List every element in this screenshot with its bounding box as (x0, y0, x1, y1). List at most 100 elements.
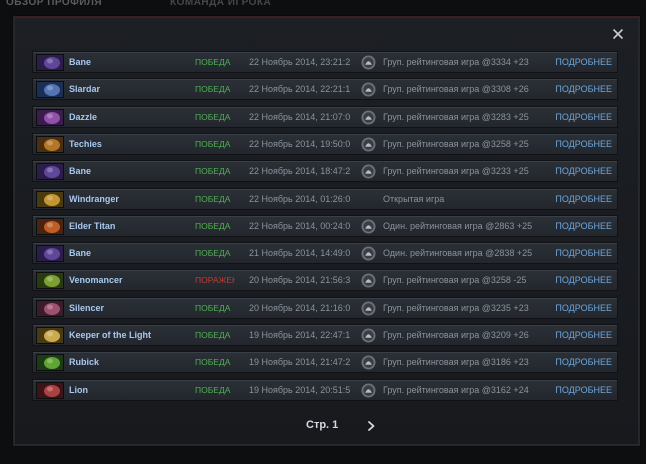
match-result: ПОБЕДА (195, 193, 231, 204)
hero-name[interactable]: Rubick (69, 357, 99, 367)
match-date: 22 Ноябрь 2014, 01:26:0 (249, 193, 351, 204)
match-row[interactable]: Techies ПОБЕДА 22 Ноябрь 2014, 19:50:0 Груп… (32, 132, 618, 155)
match-row[interactable]: Bane ПОБЕДА 22 Ноябрь 2014, 23:21:2 Груп. р… (32, 51, 618, 73)
game-mode: Один. рейтинговая игра @2838 +25 (383, 248, 533, 259)
details-link[interactable]: ПОДРОБНЕЕ (555, 221, 612, 231)
match-result: ПОБЕДА (195, 302, 231, 313)
game-mode: Груп. рейтинговая игра @3162 +24 (383, 384, 529, 395)
game-mode: Груп. рейтинговая игра @3258 +25 (383, 138, 529, 149)
game-mode: Открытая игра (383, 193, 445, 204)
game-mode: Груп. рейтинговая игра @3308 +26 (383, 84, 529, 95)
match-result: ПОРАЖЕНИЕ (195, 275, 235, 286)
hero-portrait-icon (36, 245, 64, 263)
details-link[interactable]: ПОДРОБНЕЕ (555, 57, 612, 67)
game-mode: Один. рейтинговая игра @2863 +25 (383, 220, 533, 231)
match-row[interactable]: Lion ПОБЕДА 19 Ноябрь 2014, 20:51:5 Груп. р… (32, 378, 618, 401)
match-result: ПОБЕДА (195, 166, 231, 177)
close-icon (613, 29, 623, 39)
details-link[interactable]: ПОДРОБНЕЕ (555, 194, 612, 204)
ranked-icon (361, 273, 376, 288)
hero-name[interactable]: Slardar (69, 84, 100, 94)
game-mode: Груп. рейтинговая игра @3334 +23 (383, 57, 529, 67)
hero-portrait-icon (36, 54, 64, 71)
details-link[interactable]: ПОДРОБНЕЕ (555, 385, 612, 395)
match-row[interactable]: Bane ПОБЕДА 22 Ноябрь 2014, 18:47:2 Груп. р… (32, 160, 618, 183)
match-result: ПОБЕДА (195, 330, 231, 340)
hero-portrait-icon (36, 108, 64, 126)
hero-name[interactable]: Silencer (69, 303, 104, 313)
match-result: ПОБЕДА (195, 248, 231, 259)
game-mode: Груп. рейтинговая игра @3235 +23 (383, 302, 529, 313)
details-link[interactable]: ПОДРОБНЕЕ (555, 330, 612, 340)
hero-portrait-icon (36, 81, 64, 99)
details-link[interactable]: ПОДРОБНЕЕ (555, 112, 612, 122)
details-link[interactable]: ПОДРОБНЕЕ (555, 84, 612, 94)
details-link[interactable]: ПОДРОБНЕЕ (555, 275, 612, 285)
match-result: ПОБЕДА (195, 138, 231, 149)
hero-portrait-icon (36, 299, 64, 317)
match-result: ПОБЕДА (195, 357, 231, 368)
game-mode: Груп. рейтинговая игра @3186 +23 (383, 357, 529, 368)
details-link[interactable]: ПОДРОБНЕЕ (555, 248, 612, 258)
hero-portrait-icon (36, 190, 64, 208)
match-row[interactable]: Bane ПОБЕДА 21 Ноябрь 2014, 14:49:0 Один. р… (32, 242, 618, 265)
hero-name[interactable]: Techies (69, 139, 102, 149)
hero-portrait-icon (36, 135, 64, 153)
game-mode: Груп. рейтинговая игра @3233 +25 (383, 166, 529, 177)
match-result: ПОБЕДА (195, 57, 231, 67)
background-tabs: ОБЗОР ПРОФИЛЯ КОМАНДА ИГРОКА (0, 0, 646, 14)
next-page-button[interactable] (365, 420, 377, 432)
ranked-icon (361, 82, 376, 97)
close-button[interactable] (611, 27, 625, 41)
background-tab-team: КОМАНДА ИГРОКА (170, 0, 272, 8)
match-date: 22 Ноябрь 2014, 21:07:0 (249, 111, 351, 122)
match-row[interactable]: Silencer ПОБЕДА 20 Ноябрь 2014, 21:16:0 Гру… (32, 296, 618, 319)
details-link[interactable]: ПОДРОБНЕЕ (555, 303, 612, 313)
chevron-right-icon (368, 421, 375, 431)
hero-name[interactable]: Bane (69, 166, 91, 176)
hero-name[interactable]: Windranger (69, 194, 119, 204)
match-row[interactable]: Rubick ПОБЕДА 19 Ноябрь 2014, 21:47:2 Груп.… (32, 351, 618, 374)
hero-name[interactable]: Keeper of the Light (69, 330, 151, 340)
details-link[interactable]: ПОДРОБНЕЕ (555, 166, 612, 176)
game-mode: Груп. рейтинговая игра @3209 +26 (383, 330, 529, 340)
match-result: ПОБЕДА (195, 384, 231, 395)
match-row[interactable]: Keeper of the Light ПОБЕДА 19 Ноябрь 2014,… (32, 324, 618, 346)
hero-name[interactable]: Bane (69, 248, 91, 258)
match-date: 22 Ноябрь 2014, 23:21:2 (249, 57, 351, 67)
match-row[interactable]: Dazzle ПОБЕДА 22 Ноябрь 2014, 21:07:0 Груп.… (32, 105, 618, 128)
hero-portrait-icon (36, 217, 64, 235)
match-date: 22 Ноябрь 2014, 22:21:1 (249, 84, 351, 95)
match-date: 22 Ноябрь 2014, 00:24:0 (249, 220, 351, 231)
ranked-icon (361, 219, 376, 234)
ranked-icon (361, 355, 376, 370)
match-result: ПОБЕДА (195, 84, 231, 95)
match-history-dialog: Bane ПОБЕДА 22 Ноябрь 2014, 23:21:2 Груп. р… (13, 16, 640, 446)
details-link[interactable]: ПОДРОБНЕЕ (555, 357, 612, 367)
match-date: 19 Ноябрь 2014, 22:47:1 (249, 330, 351, 340)
hero-name[interactable]: Bane (69, 57, 91, 67)
match-date: 21 Ноябрь 2014, 14:49:0 (249, 248, 351, 259)
match-row[interactable]: Elder Titan ПОБЕДА 22 Ноябрь 2014, 00:24:0… (32, 214, 618, 237)
ranked-icon (361, 55, 376, 70)
match-date: 19 Ноябрь 2014, 21:47:2 (249, 357, 351, 368)
match-row[interactable]: Slardar ПОБЕДА 22 Ноябрь 2014, 22:21:1 Груп… (32, 78, 618, 101)
game-mode: Груп. рейтинговая игра @3258 -25 (383, 275, 527, 286)
details-link[interactable]: ПОДРОБНЕЕ (555, 139, 612, 149)
match-date: 22 Ноябрь 2014, 19:50:0 (249, 138, 351, 149)
match-date: 20 Ноябрь 2014, 21:56:3 (249, 275, 351, 286)
match-row[interactable]: Windranger ПОБЕДА 22 Ноябрь 2014, 01:26:0 О… (32, 187, 618, 210)
match-date: 20 Ноябрь 2014, 21:16:0 (249, 302, 351, 313)
hero-name[interactable]: Dazzle (69, 112, 97, 122)
hero-portrait-icon (36, 327, 64, 344)
background-tab-profile: ОБЗОР ПРОФИЛЯ (6, 0, 103, 8)
game-mode: Груп. рейтинговая игра @3283 +25 (383, 111, 529, 122)
ranked-icon (361, 328, 376, 343)
hero-name[interactable]: Venomancer (69, 275, 123, 285)
match-result: ПОБЕДА (195, 220, 231, 231)
hero-portrait-icon (36, 381, 64, 399)
ranked-icon (361, 164, 376, 179)
hero-name[interactable]: Lion (69, 385, 88, 395)
hero-name[interactable]: Elder Titan (69, 221, 115, 231)
match-row[interactable]: Venomancer ПОРАЖЕНИЕ 20 Ноябрь 2014, 21:56… (32, 269, 618, 292)
